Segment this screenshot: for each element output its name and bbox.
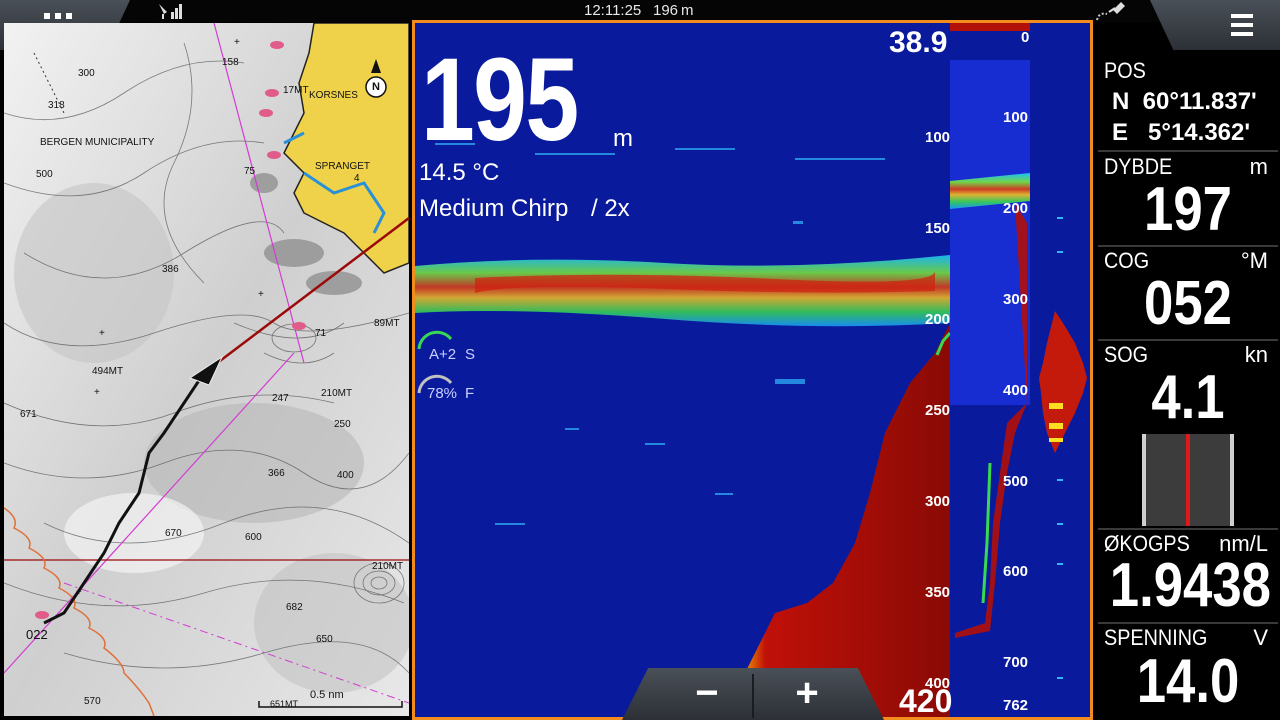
- chart-label: 494MT: [92, 366, 124, 377]
- depth-tick: 200: [925, 311, 951, 328]
- range-top: 38.9: [889, 26, 948, 59]
- chart-label: 650: [316, 634, 333, 645]
- svg-text:+: +: [76, 587, 82, 598]
- longitude: E 5°14.362': [1112, 119, 1251, 146]
- chart-label: 300: [78, 68, 95, 79]
- chart-label: 4: [354, 173, 360, 184]
- chart-label: 318: [48, 100, 65, 111]
- chart-label: 89MT: [374, 318, 400, 329]
- depth-tick: 150: [925, 220, 951, 237]
- depth-tick: 350: [925, 584, 951, 601]
- depth-value: 197: [1144, 175, 1232, 244]
- chart-label: 651MT: [270, 699, 299, 709]
- zoom-depth-tick: 600: [1003, 563, 1029, 580]
- latitude: N 60°11.837': [1112, 88, 1257, 115]
- zoom-depth-tick: 200: [1003, 200, 1029, 217]
- chart-label: KORSNES: [309, 90, 358, 101]
- chart-label: 247: [272, 393, 289, 404]
- chart-label: 210MT: [372, 561, 404, 572]
- divider: [752, 674, 754, 718]
- north-label: N: [372, 81, 380, 93]
- depth-tick: 250: [925, 402, 951, 419]
- zoom-controls: − +: [622, 668, 884, 720]
- chart-label: SPRANGET: [315, 161, 371, 172]
- chart-label: 158: [222, 57, 239, 68]
- gain-s-label: S: [465, 346, 476, 363]
- chart-label: 71: [315, 328, 327, 339]
- voltage-value: 14.0: [1136, 647, 1240, 716]
- chart-label: 671: [20, 409, 37, 420]
- color-f-label: F: [465, 385, 475, 402]
- divider: [1098, 339, 1278, 341]
- divider: [1098, 528, 1278, 530]
- zoom-depth-tick: 400: [1003, 382, 1029, 399]
- sonar-depth-unit: m: [613, 125, 633, 152]
- chart-label: BERGEN MUNICIPALITY: [40, 137, 155, 148]
- chart-label: 400: [337, 470, 354, 481]
- sonar-mode: Medium Chirp: [419, 195, 569, 222]
- chart-label: 386: [162, 264, 179, 275]
- gps-satellite-icon: [1096, 2, 1125, 21]
- zoom-depth-tick: 0: [1021, 29, 1030, 46]
- data-bar[interactable]: POS N 60°11.837' E 5°14.362' DYBDE m 197…: [1096, 50, 1280, 720]
- chart-label: 210MT: [321, 388, 353, 399]
- menu-icon: [1231, 14, 1253, 41]
- water-temperature: 14.5 °C: [419, 159, 500, 186]
- menu-button[interactable]: [1150, 0, 1280, 50]
- fuel-economy-value: 1.9438: [1109, 551, 1271, 620]
- sonar-depth-value: 195: [421, 34, 579, 166]
- color-control[interactable]: 78%: [427, 385, 457, 402]
- svg-text:+: +: [258, 289, 264, 300]
- svg-text:+: +: [99, 328, 105, 339]
- depth-tick: 400: [925, 675, 951, 692]
- svg-text:+: +: [94, 387, 100, 398]
- divider: [1098, 245, 1278, 247]
- waypoint-label: 022: [26, 627, 48, 642]
- divider: [1098, 622, 1278, 624]
- sog-value: 4.1: [1151, 363, 1225, 432]
- chart-label: 75: [244, 166, 256, 177]
- zoom-depth-tick: 300: [1003, 291, 1029, 308]
- signal-icon: [159, 4, 182, 19]
- chart-label: 682: [286, 602, 303, 613]
- svg-text:+: +: [234, 37, 240, 48]
- chart-label: 366: [268, 468, 285, 479]
- chart-label: 500: [36, 169, 53, 180]
- divider: [1098, 150, 1278, 152]
- zoom-in-button[interactable]: +: [762, 670, 852, 718]
- cog-value: 052: [1144, 269, 1232, 338]
- sonar-zoom-level: / 2x: [591, 195, 630, 222]
- zoom-out-button[interactable]: −: [662, 670, 752, 718]
- chart-label: 570: [84, 696, 101, 707]
- zoom-depth-tick: 500: [1003, 473, 1029, 490]
- nautical-chart: + + + + +: [4, 23, 409, 716]
- depth-tick: 300: [925, 493, 951, 510]
- sonar-panel[interactable]: 195 m 14.5 °C Medium Chirp / 2x 38.9 420…: [412, 20, 1093, 720]
- chart-label: 17MT: [283, 85, 309, 96]
- scale-label: 0.5 nm: [310, 689, 344, 701]
- depth-tick: 100: [925, 129, 951, 146]
- chart-label: 250: [334, 419, 351, 430]
- chart-label: 670: [165, 528, 182, 539]
- chart-panel[interactable]: + + + + + 300 318 158 17MT KORSNES BERGE…: [4, 23, 409, 716]
- gain-auto-control[interactable]: A+2: [429, 346, 456, 363]
- zoom-depth-tick: 700: [1003, 654, 1029, 671]
- status-depth: 196 m: [653, 2, 694, 19]
- zoom-depth-tick: 100: [1003, 109, 1029, 126]
- zoom-depth-tick: 762: [1003, 697, 1029, 714]
- clock: 12:11:25: [584, 2, 642, 19]
- steering-indicator: [1142, 434, 1234, 526]
- position-label: POS: [1104, 58, 1146, 83]
- chart-label: 600: [245, 532, 262, 543]
